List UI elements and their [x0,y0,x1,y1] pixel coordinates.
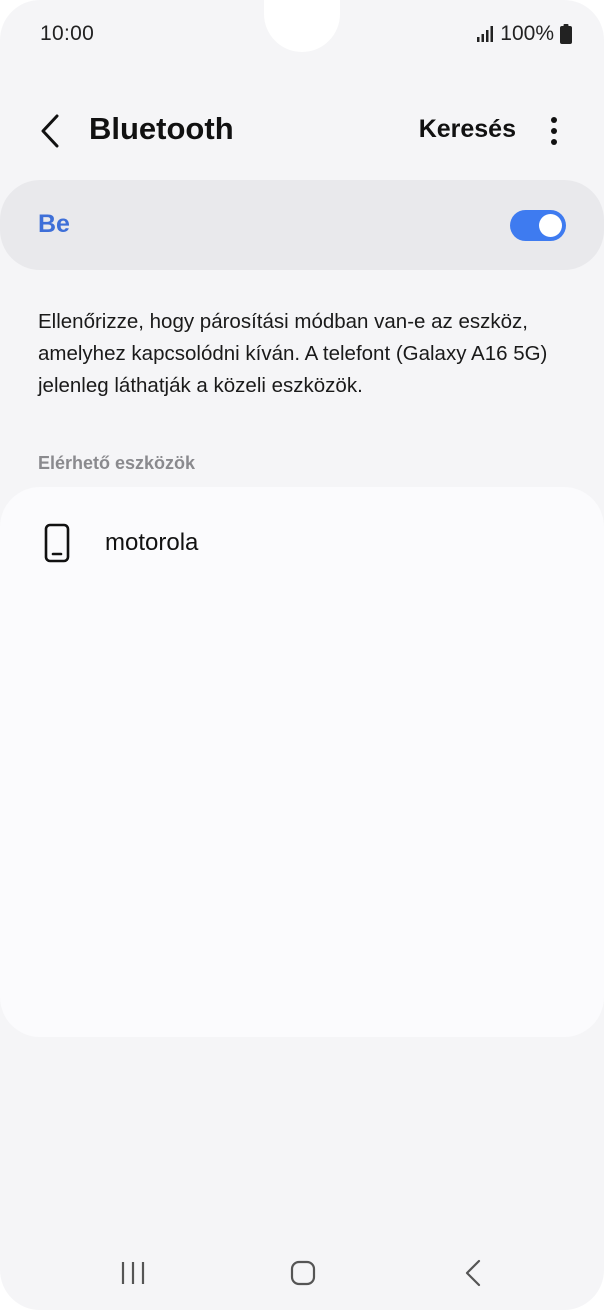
back-button[interactable] [30,111,70,151]
bluetooth-switch[interactable] [510,210,566,241]
smartphone-icon [44,523,70,563]
system-back-button[interactable] [453,1258,493,1288]
switch-knob [539,214,562,237]
search-button[interactable]: Keresés [419,115,516,144]
available-devices-header: Elérhető eszközök [38,453,196,473]
device-name: motorola [105,529,199,556]
device-item-motorola[interactable]: motorola [0,515,604,571]
available-devices-list: motorola [0,487,604,1037]
signal-icon [476,25,494,43]
bluetooth-toggle-row[interactable]: Be [0,180,604,270]
page-title: Bluetooth [89,111,234,146]
app-bar: Bluetooth Keresés [0,95,604,165]
back-icon [465,1259,481,1287]
status-bar: 10:00 100% [0,0,604,70]
more-vertical-icon [551,117,557,145]
recent-apps-button[interactable] [113,1258,153,1288]
home-button[interactable] [283,1258,323,1288]
status-indicators: 100% [476,22,572,46]
home-icon [290,1260,316,1286]
battery-percent: 100% [500,22,554,45]
toggle-label: Be [38,210,70,238]
battery-icon [560,24,572,44]
status-time: 10:00 [40,22,95,45]
bluetooth-settings-screen: 10:00 100% Bluetooth Keresés Be Ellenőri… [0,0,604,1310]
more-options-button[interactable] [542,113,566,149]
back-arrow-icon [41,114,59,148]
recent-apps-icon [121,1262,145,1284]
navigation-bar [0,1240,604,1310]
pairing-description: Ellenőrizze, hogy párosítási módban van-… [38,310,548,397]
camera-notch [264,0,340,52]
